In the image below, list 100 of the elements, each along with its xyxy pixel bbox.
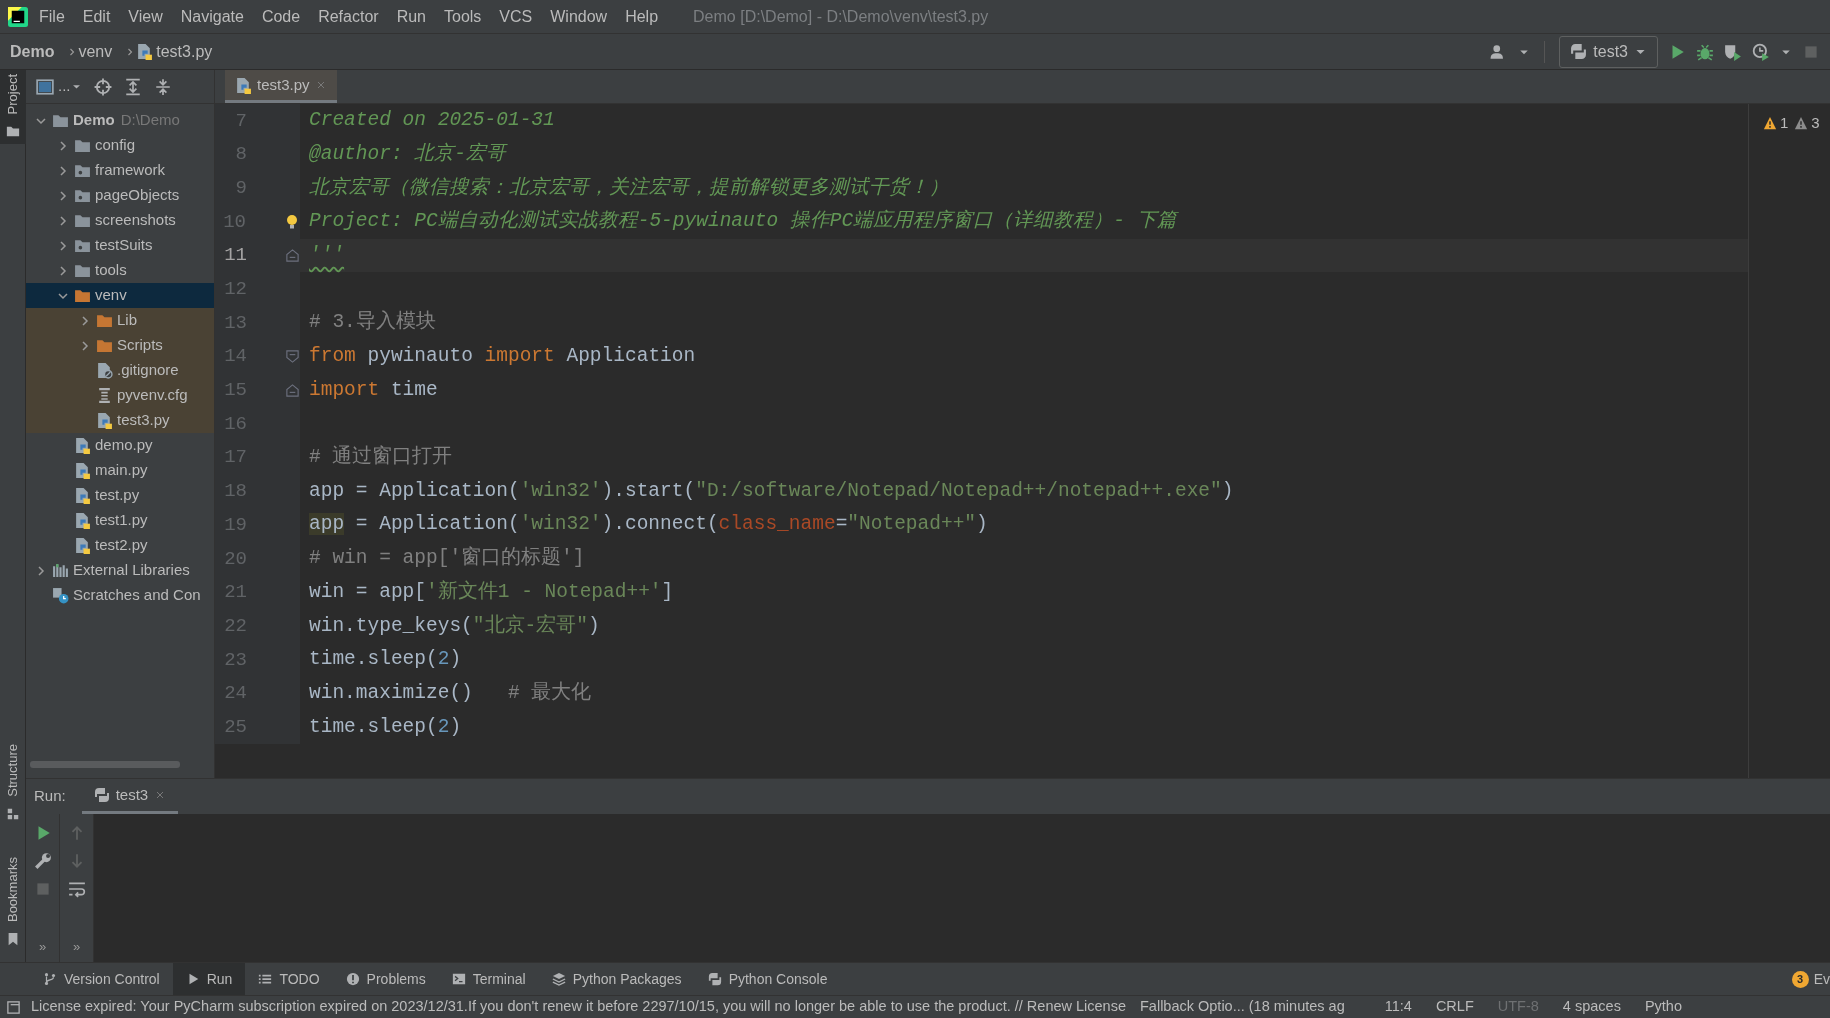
tree-item[interactable]: test1.py xyxy=(26,508,214,533)
tool-window-tab[interactable]: Run xyxy=(172,963,246,995)
tool-window-tab[interactable]: Python Console xyxy=(694,963,841,995)
menu-item[interactable]: VCS xyxy=(492,2,540,31)
fold-icon[interactable] xyxy=(285,248,300,264)
tree-item[interactable]: demo.py xyxy=(26,433,214,458)
event-log-button[interactable]: 3 Ev xyxy=(1791,963,1830,995)
tree-item[interactable]: screenshots xyxy=(26,208,214,233)
status-item[interactable]: 4 spaces xyxy=(1562,996,1621,1018)
tool-window-tab[interactable]: Python Packages xyxy=(538,963,695,995)
folder-icon xyxy=(74,262,91,279)
menu-item[interactable]: Edit xyxy=(75,2,118,31)
tree-item[interactable]: Lib xyxy=(26,308,214,333)
code-line: import time xyxy=(308,377,438,403)
breadcrumb-item[interactable]: test3.py xyxy=(136,39,213,64)
tool-window-tab[interactable]: Structure xyxy=(0,740,26,827)
tool-window-tab[interactable]: Version Control xyxy=(30,963,173,995)
tree-item[interactable]: testSuits xyxy=(26,233,214,258)
python-file-icon xyxy=(74,512,91,529)
branch-icon xyxy=(43,972,57,986)
menu-item[interactable]: Refactor xyxy=(311,2,386,31)
menu-item[interactable]: Navigate xyxy=(173,2,251,31)
tree-item[interactable]: Demo D:\Demo xyxy=(26,108,214,133)
tree-item[interactable]: config xyxy=(26,133,214,158)
lightbulb-icon[interactable] xyxy=(284,213,300,230)
status-item[interactable]: CRLF xyxy=(1435,996,1474,1018)
code-line: @author: 北京-宏哥 xyxy=(308,141,507,167)
structure-icon xyxy=(5,806,20,821)
tree-item[interactable]: Scratches and Con xyxy=(26,583,214,608)
status-icon[interactable] xyxy=(6,999,21,1015)
expand-all-icon[interactable] xyxy=(123,77,142,96)
tree-item[interactable]: .gitignore xyxy=(26,358,214,383)
clock-icon[interactable] xyxy=(1752,42,1770,61)
wrench-icon[interactable] xyxy=(33,852,52,870)
more-button[interactable]: » xyxy=(38,936,47,956)
python-file-icon xyxy=(235,76,252,94)
options-dropdown[interactable]: ... xyxy=(58,75,82,98)
tree-item[interactable]: framework xyxy=(26,158,214,183)
bug-icon[interactable] xyxy=(1696,42,1714,61)
tree-item[interactable]: test2.py xyxy=(26,533,214,558)
code-line: win.type_keys("北京-宏哥") xyxy=(308,613,600,639)
menu-item[interactable]: Code xyxy=(254,2,308,31)
package-icon xyxy=(74,162,91,179)
status-message[interactable]: Fallback Optio... (18 minutes ag xyxy=(1140,996,1345,1018)
status-message[interactable]: License expired: Your PyCharm subscription expired on 2023/12/31.If you don't renew it before 2297/10/15, you will no longer be able to use the product. // Renew License xyxy=(31,996,1126,1018)
tree-item[interactable]: tools xyxy=(26,258,214,283)
locate-icon[interactable] xyxy=(93,77,112,96)
inspection-count[interactable]: 3 xyxy=(1794,112,1820,135)
soft-wrap-icon[interactable] xyxy=(67,880,86,898)
tree-item[interactable]: External Libraries xyxy=(26,558,214,583)
tree-item[interactable]: Scripts xyxy=(26,333,214,358)
tool-window-tab[interactable]: Bookmarks xyxy=(0,852,26,952)
menu-item[interactable]: Tools xyxy=(437,2,489,31)
fold-icon[interactable] xyxy=(285,349,300,365)
run-label: Run: xyxy=(34,786,66,807)
python-file-icon xyxy=(74,462,91,479)
package-icon xyxy=(74,237,91,254)
python-file-icon xyxy=(96,412,113,429)
menu-item[interactable]: File xyxy=(32,2,72,31)
shield-icon[interactable] xyxy=(1724,42,1742,61)
python-icon xyxy=(93,787,110,803)
fold-icon[interactable] xyxy=(285,382,300,398)
python-icon xyxy=(1570,43,1588,60)
window-icon[interactable] xyxy=(36,77,54,96)
tool-window-tab[interactable]: TODO xyxy=(245,963,333,995)
warning-icon xyxy=(1794,116,1809,131)
code-line: ''' xyxy=(308,242,345,268)
tool-window-tab[interactable]: Problems xyxy=(332,963,439,995)
run-config-dropdown[interactable]: test3 xyxy=(1559,35,1658,68)
tree-item[interactable]: venv xyxy=(26,283,214,308)
list-icon xyxy=(258,972,273,986)
tree-item[interactable]: test.py xyxy=(26,483,214,508)
breadcrumb-item[interactable]: venv xyxy=(78,39,113,64)
tree-item[interactable]: main.py xyxy=(26,458,214,483)
tree-item[interactable]: pyvenv.cfg xyxy=(26,383,214,408)
folder-icon xyxy=(52,112,69,129)
more-button[interactable]: » xyxy=(72,936,81,956)
code-line: Created on 2025-01-31 xyxy=(308,108,555,134)
collapse-all-icon[interactable] xyxy=(153,77,172,96)
code-line: app = Application('win32').start("D:/software/Notepad/Notepad++/notepad++.exe") xyxy=(308,478,1234,504)
folder-icon xyxy=(74,137,91,154)
warning-icon xyxy=(1763,116,1777,131)
menu-item[interactable]: Help xyxy=(618,2,666,31)
scrollbar-thumb[interactable] xyxy=(30,760,180,768)
tool-window-tab[interactable]: Project xyxy=(0,70,26,145)
breadcrumb-item[interactable]: Demo xyxy=(10,39,55,64)
menu-item[interactable]: Window xyxy=(543,2,615,31)
tree-item[interactable]: test3.py xyxy=(26,408,214,433)
tool-window-tab[interactable]: Terminal xyxy=(438,963,539,995)
status-item[interactable]: 11:4 xyxy=(1384,996,1412,1018)
status-item[interactable]: Pytho xyxy=(1644,996,1682,1018)
layers-icon xyxy=(551,972,566,986)
exclamation-icon xyxy=(345,972,360,986)
tree-item[interactable]: pageObjects xyxy=(26,183,214,208)
code-line: from pywinauto import Application xyxy=(308,344,696,370)
inspection-count[interactable]: 1 xyxy=(1763,112,1789,135)
menu-item[interactable]: View xyxy=(121,2,170,31)
menu-item[interactable]: Run xyxy=(389,2,433,31)
editor-tab[interactable]: test3.py xyxy=(225,70,337,103)
code-line: time.sleep(2) xyxy=(308,647,462,673)
